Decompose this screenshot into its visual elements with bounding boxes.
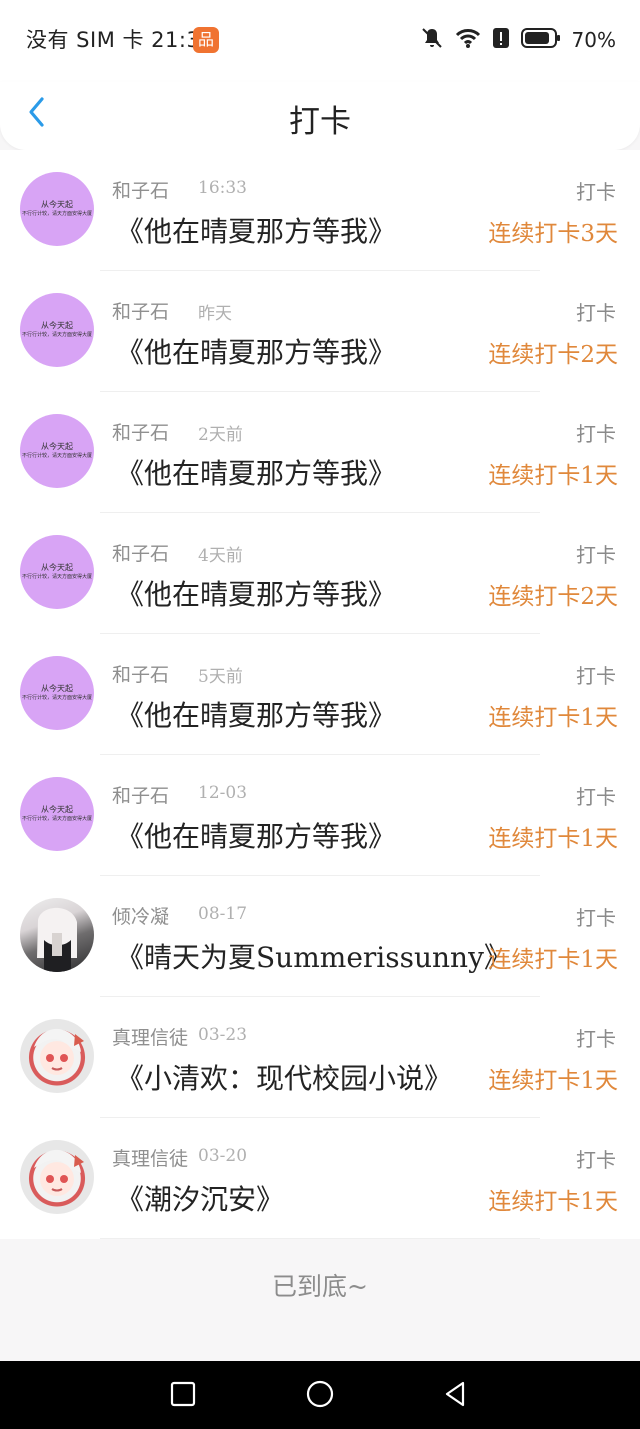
list-item[interactable]: 从今天起 不行行计较，请天方面安得大厦 和子石 4天前 《他在晴夏那方等我》 打… — [0, 513, 640, 634]
alert-icon — [492, 26, 510, 54]
square-icon — [169, 1380, 197, 1412]
checkin-label: 打卡 — [576, 422, 616, 446]
list-item[interactable]: 从今天起 不行行计较，请天方面安得大厦 和子石 昨天 《他在晴夏那方等我》 打卡… — [0, 271, 640, 392]
avatar-cover-title: 从今天起 — [41, 563, 73, 572]
avatar-cover-subtitle: 不行行计较，请天方面安得大厦 — [21, 816, 92, 822]
battery-percent: 70% — [571, 28, 616, 52]
girl-avatar-image — [37, 907, 77, 972]
time-label: 16:33 — [198, 178, 247, 198]
avatar-cover-subtitle: 不行行计较，请天方面安得大厦 — [21, 453, 92, 459]
list-item[interactable]: 真理信徒 03-20 《潮汐沉安》 打卡 连续打卡1天 — [0, 1118, 640, 1239]
end-of-list-text: 已到底~ — [272, 1272, 368, 1301]
username: 倾冷凝 — [112, 906, 170, 928]
list-item[interactable]: 倾冷凝 08-17 《晴天为夏Summerissunny》 打卡 连续打卡1天 — [0, 876, 640, 997]
book-title: 《他在晴夏那方等我》 — [116, 578, 397, 611]
time-label: 4天前 — [198, 546, 243, 566]
back-nav-button[interactable] — [438, 1379, 472, 1413]
avatar — [20, 1019, 94, 1093]
recent-apps-button[interactable] — [166, 1379, 200, 1413]
avatar-cover-title: 从今天起 — [41, 321, 73, 330]
avatar-cover-subtitle: 不行行计较，请天方面安得大厦 — [21, 574, 92, 580]
checkin-label: 打卡 — [576, 664, 616, 688]
system-navigation-bar — [0, 1361, 640, 1429]
username: 真理信徒 — [112, 1148, 189, 1170]
app-badge-icon: 品 — [193, 27, 219, 53]
checkin-label: 打卡 — [576, 1148, 616, 1172]
username: 和子石 — [112, 543, 170, 565]
username: 和子石 — [112, 301, 170, 323]
avatar-cover-subtitle: 不行行计较，请天方面安得大厦 — [21, 332, 92, 338]
avatar: 从今天起 不行行计较，请天方面安得大厦 — [20, 172, 94, 246]
checkin-label: 打卡 — [576, 785, 616, 809]
time-label: 03-20 — [198, 1146, 248, 1166]
streak-text: 连续打卡1天 — [488, 463, 618, 489]
circle-icon — [305, 1379, 335, 1413]
list-item[interactable]: 真理信徒 03-23 《小清欢：现代校园小说》 打卡 连续打卡1天 — [0, 997, 640, 1118]
book-title: 《他在晴夏那方等我》 — [116, 215, 397, 248]
book-title: 《潮汐沉安》 — [116, 1183, 285, 1216]
checkin-label: 打卡 — [576, 301, 616, 325]
home-button[interactable] — [303, 1379, 337, 1413]
streak-text: 连续打卡3天 — [488, 221, 618, 247]
avatar: 从今天起 不行行计较，请天方面安得大厦 — [20, 656, 94, 730]
book-title: 《晴天为夏Summerissunny》 — [116, 941, 512, 974]
avatar — [20, 1140, 94, 1214]
anime-avatar-image — [34, 1149, 84, 1196]
username: 和子石 — [112, 422, 170, 444]
time-label: 昨天 — [198, 304, 232, 324]
time-label: 12-03 — [198, 783, 248, 803]
book-title: 《他在晴夏那方等我》 — [116, 820, 397, 853]
streak-text: 连续打卡1天 — [488, 947, 618, 973]
status-icons: 70% — [420, 24, 616, 56]
list-item[interactable]: 从今天起 不行行计较，请天方面安得大厦 和子石 2天前 《他在晴夏那方等我》 打… — [0, 392, 640, 513]
avatar: 从今天起 不行行计较，请天方面安得大厦 — [20, 414, 94, 488]
streak-text: 连续打卡2天 — [488, 342, 618, 368]
streak-text: 连续打卡1天 — [488, 826, 618, 852]
avatar-cover-subtitle: 不行行计较，请天方面安得大厦 — [21, 695, 92, 701]
status-bar: 没有 SIM 卡 21:38 品 70% — [0, 0, 640, 82]
page-title: 打卡 — [289, 104, 351, 140]
anime-avatar-image — [34, 1028, 84, 1075]
wifi-icon — [454, 26, 482, 54]
checkin-label: 打卡 — [576, 543, 616, 567]
streak-text: 连续打卡1天 — [488, 1189, 618, 1215]
book-title: 《他在晴夏那方等我》 — [116, 336, 397, 369]
checkin-label: 打卡 — [576, 180, 616, 204]
battery-icon — [520, 26, 562, 54]
list-item[interactable]: 从今天起 不行行计较，请天方面安得大厦 和子石 12-03 《他在晴夏那方等我》… — [0, 755, 640, 876]
streak-text: 连续打卡1天 — [488, 705, 618, 731]
mute-bell-icon — [420, 26, 444, 54]
time-label: 03-23 — [198, 1025, 248, 1045]
time-label: 2天前 — [198, 425, 243, 445]
status-left-text: 没有 SIM 卡 21:38 — [26, 28, 215, 52]
avatar-cover-title: 从今天起 — [41, 684, 73, 693]
checkin-list: 从今天起 不行行计较，请天方面安得大厦 和子石 16:33 《他在晴夏那方等我》… — [0, 150, 640, 1239]
top-header: 打卡 — [0, 82, 640, 150]
end-area: 已到底~ — [0, 1239, 640, 1361]
checkin-label: 打卡 — [576, 1027, 616, 1051]
time-label: 08-17 — [198, 904, 248, 924]
streak-text: 连续打卡2天 — [488, 584, 618, 610]
avatar — [20, 898, 94, 972]
username: 和子石 — [112, 785, 170, 807]
avatar-cover-title: 从今天起 — [41, 200, 73, 209]
list-item[interactable]: 从今天起 不行行计较，请天方面安得大厦 和子石 16:33 《他在晴夏那方等我》… — [0, 150, 640, 271]
username: 真理信徒 — [112, 1027, 189, 1049]
avatar-cover-subtitle: 不行行计较，请天方面安得大厦 — [21, 211, 92, 217]
avatar: 从今天起 不行行计较，请天方面安得大厦 — [20, 777, 94, 851]
book-title: 《他在晴夏那方等我》 — [116, 699, 397, 732]
list-item[interactable]: 从今天起 不行行计较，请天方面安得大厦 和子石 5天前 《他在晴夏那方等我》 打… — [0, 634, 640, 755]
book-title: 《他在晴夏那方等我》 — [116, 457, 397, 490]
avatar: 从今天起 不行行计较，请天方面安得大厦 — [20, 535, 94, 609]
username: 和子石 — [112, 664, 170, 686]
triangle-back-icon — [440, 1379, 470, 1413]
avatar-cover-title: 从今天起 — [41, 805, 73, 814]
book-title: 《小清欢：现代校园小说》 — [116, 1062, 453, 1095]
avatar: 从今天起 不行行计较，请天方面安得大厦 — [20, 293, 94, 367]
time-label: 5天前 — [198, 667, 243, 687]
avatar-cover-title: 从今天起 — [41, 442, 73, 451]
username: 和子石 — [112, 180, 170, 202]
checkin-label: 打卡 — [576, 906, 616, 930]
streak-text: 连续打卡1天 — [488, 1068, 618, 1094]
